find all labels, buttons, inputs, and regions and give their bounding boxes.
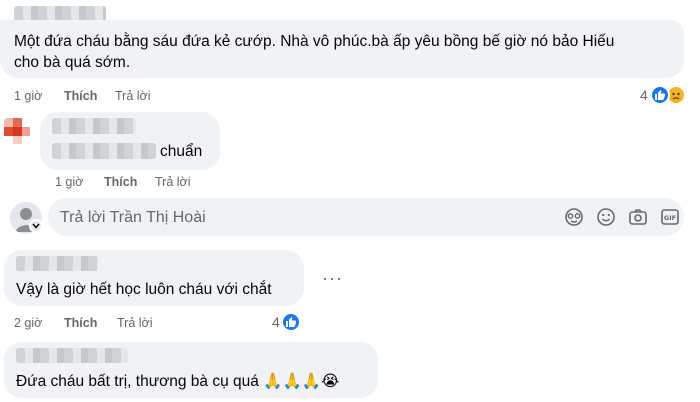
reaction-count[interactable]: 4 bbox=[272, 314, 280, 330]
sticker-face-icon[interactable] bbox=[564, 207, 584, 227]
reply-button[interactable]: Trả lời bbox=[115, 89, 151, 103]
avatar-dropdown-icon[interactable] bbox=[29, 219, 43, 233]
like-icon bbox=[281, 312, 301, 332]
commenter-name-blurred[interactable] bbox=[52, 118, 136, 134]
comment-time[interactable]: 1 giờ bbox=[55, 175, 83, 189]
comment-text: cho bà quá sớm. bbox=[14, 54, 131, 71]
more-options-icon[interactable]: ··· bbox=[322, 268, 343, 289]
like-button[interactable]: Thích bbox=[64, 89, 97, 103]
comment-time[interactable]: 2 giờ bbox=[14, 316, 42, 330]
comment-text: Vậy là giờ hết học luôn cháu với chắt bbox=[16, 281, 272, 298]
commenter-name-blurred[interactable] bbox=[16, 256, 98, 271]
gif-icon[interactable]: GIF bbox=[660, 207, 680, 227]
svg-text:GIF: GIF bbox=[664, 214, 676, 222]
camera-icon[interactable] bbox=[628, 207, 648, 227]
comment-text-blurred bbox=[52, 143, 156, 159]
reply-button[interactable]: Trả lời bbox=[117, 316, 153, 330]
reaction-count[interactable]: 4 bbox=[640, 87, 648, 103]
emoji-icon[interactable] bbox=[596, 207, 616, 227]
like-button[interactable]: Thích bbox=[104, 175, 137, 189]
reply-button[interactable]: Trả lời bbox=[155, 175, 191, 189]
like-button[interactable]: Thích bbox=[64, 316, 97, 330]
comment-text: Đứa cháu bất trị, thương bà cụ quá 🙏🙏🙏😭 bbox=[16, 373, 340, 390]
comment-time[interactable]: 1 giờ bbox=[14, 89, 42, 103]
reply-input[interactable]: Trả lời Trần Thị Hoài bbox=[60, 206, 206, 230]
like-icon bbox=[650, 85, 670, 105]
commenter-name-blurred[interactable] bbox=[16, 348, 128, 363]
avatar[interactable] bbox=[4, 118, 30, 144]
comment-text: chuẩn bbox=[160, 143, 203, 160]
